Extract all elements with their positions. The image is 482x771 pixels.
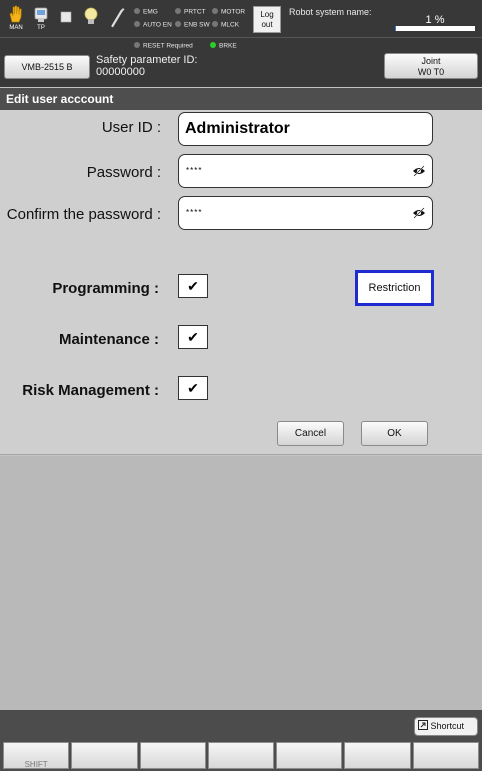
confirm-password-field[interactable]: **** [178, 196, 433, 230]
user-id-value: Administrator [185, 120, 290, 137]
maintenance-checkbox[interactable]: ✔ [178, 325, 208, 349]
robot-info-bar: RESET Required BRKE VMB-2515 B Safety pa… [0, 37, 482, 87]
status-bar: MAN TP EMG PRTCT MOTOR AUTO EN ENB SW ML… [0, 0, 482, 37]
indicator-prtct: PRTCT [175, 8, 206, 16]
indicator-emg: EMG [134, 8, 158, 16]
stop-icon[interactable] [55, 4, 77, 34]
status-dot [212, 21, 218, 27]
shortcut-icon [418, 720, 428, 730]
risk-management-label: Risk Management : [22, 382, 159, 399]
status-dot [210, 42, 216, 48]
hand-icon[interactable]: MAN [5, 4, 27, 34]
function-key-2[interactable] [139, 742, 206, 769]
indicator-mlck: MLCK [212, 21, 239, 29]
bottom-toolbar: Shortcut SHIFT [0, 710, 482, 771]
indicator-auto-en: AUTO EN [134, 21, 172, 29]
eye-hidden-icon[interactable] [412, 164, 426, 178]
function-key-3[interactable] [207, 742, 275, 769]
status-dot [134, 42, 140, 48]
content-area [0, 456, 482, 710]
password-field[interactable]: **** [178, 154, 433, 188]
status-dot [175, 21, 181, 27]
safety-parameter-id: Safety parameter ID: 00000000 [96, 54, 198, 78]
eye-hidden-icon[interactable] [412, 206, 426, 220]
shortcut-button[interactable]: Shortcut [414, 717, 478, 736]
cancel-button[interactable]: Cancel [277, 421, 344, 446]
function-key-6[interactable] [412, 742, 479, 769]
edit-user-dialog: User ID : Administrator Password : **** … [0, 110, 482, 455]
indicator-brke: BRKE [210, 42, 237, 50]
function-key-4[interactable] [276, 742, 343, 769]
coordinate-mode-button[interactable]: Joint W0 T0 [384, 53, 478, 79]
user-id-field[interactable]: Administrator [178, 112, 433, 146]
status-dot [134, 8, 140, 14]
function-key-shift[interactable]: SHIFT [3, 742, 70, 769]
restriction-button[interactable]: Restriction [355, 270, 434, 306]
maintenance-label: Maintenance : [58, 331, 159, 348]
speed-override-bar[interactable]: 1 % [395, 13, 475, 31]
password-mask: **** [186, 166, 203, 175]
status-dot [212, 8, 218, 14]
dialog-title: Edit user acccount [0, 88, 482, 110]
logout-button[interactable]: Log out [253, 6, 281, 33]
robot-model-button[interactable]: VMB-2515 B [4, 55, 90, 79]
indicator-motor: MOTOR [212, 8, 245, 16]
risk-management-checkbox[interactable]: ✔ [178, 376, 208, 400]
speed-track [395, 26, 475, 31]
lightbulb-icon[interactable] [80, 4, 102, 34]
robot-system-name-label: Robot system name: [289, 7, 372, 17]
indicator-enb-sw: ENB SW [175, 21, 210, 29]
password-label: Password : [86, 164, 161, 181]
function-keys: SHIFT [3, 742, 479, 769]
function-key-1[interactable] [71, 742, 138, 769]
confirm-password-label: Confirm the password : [6, 206, 161, 223]
indicator-reset-required: RESET Required [134, 42, 193, 50]
programming-checkbox[interactable]: ✔ [178, 274, 208, 298]
status-dot [175, 8, 181, 14]
programming-label: Programming : [52, 280, 159, 297]
status-dot [134, 21, 140, 27]
teach-pendant-icon[interactable]: TP [30, 4, 52, 34]
speed-value: 1 % [425, 14, 445, 26]
user-id-label: User ID : [101, 119, 161, 136]
confirm-password-mask: **** [186, 208, 203, 217]
wrench-icon[interactable] [107, 4, 129, 34]
speed-fill [395, 26, 396, 31]
function-key-5[interactable] [344, 742, 411, 769]
ok-button[interactable]: OK [361, 421, 428, 446]
